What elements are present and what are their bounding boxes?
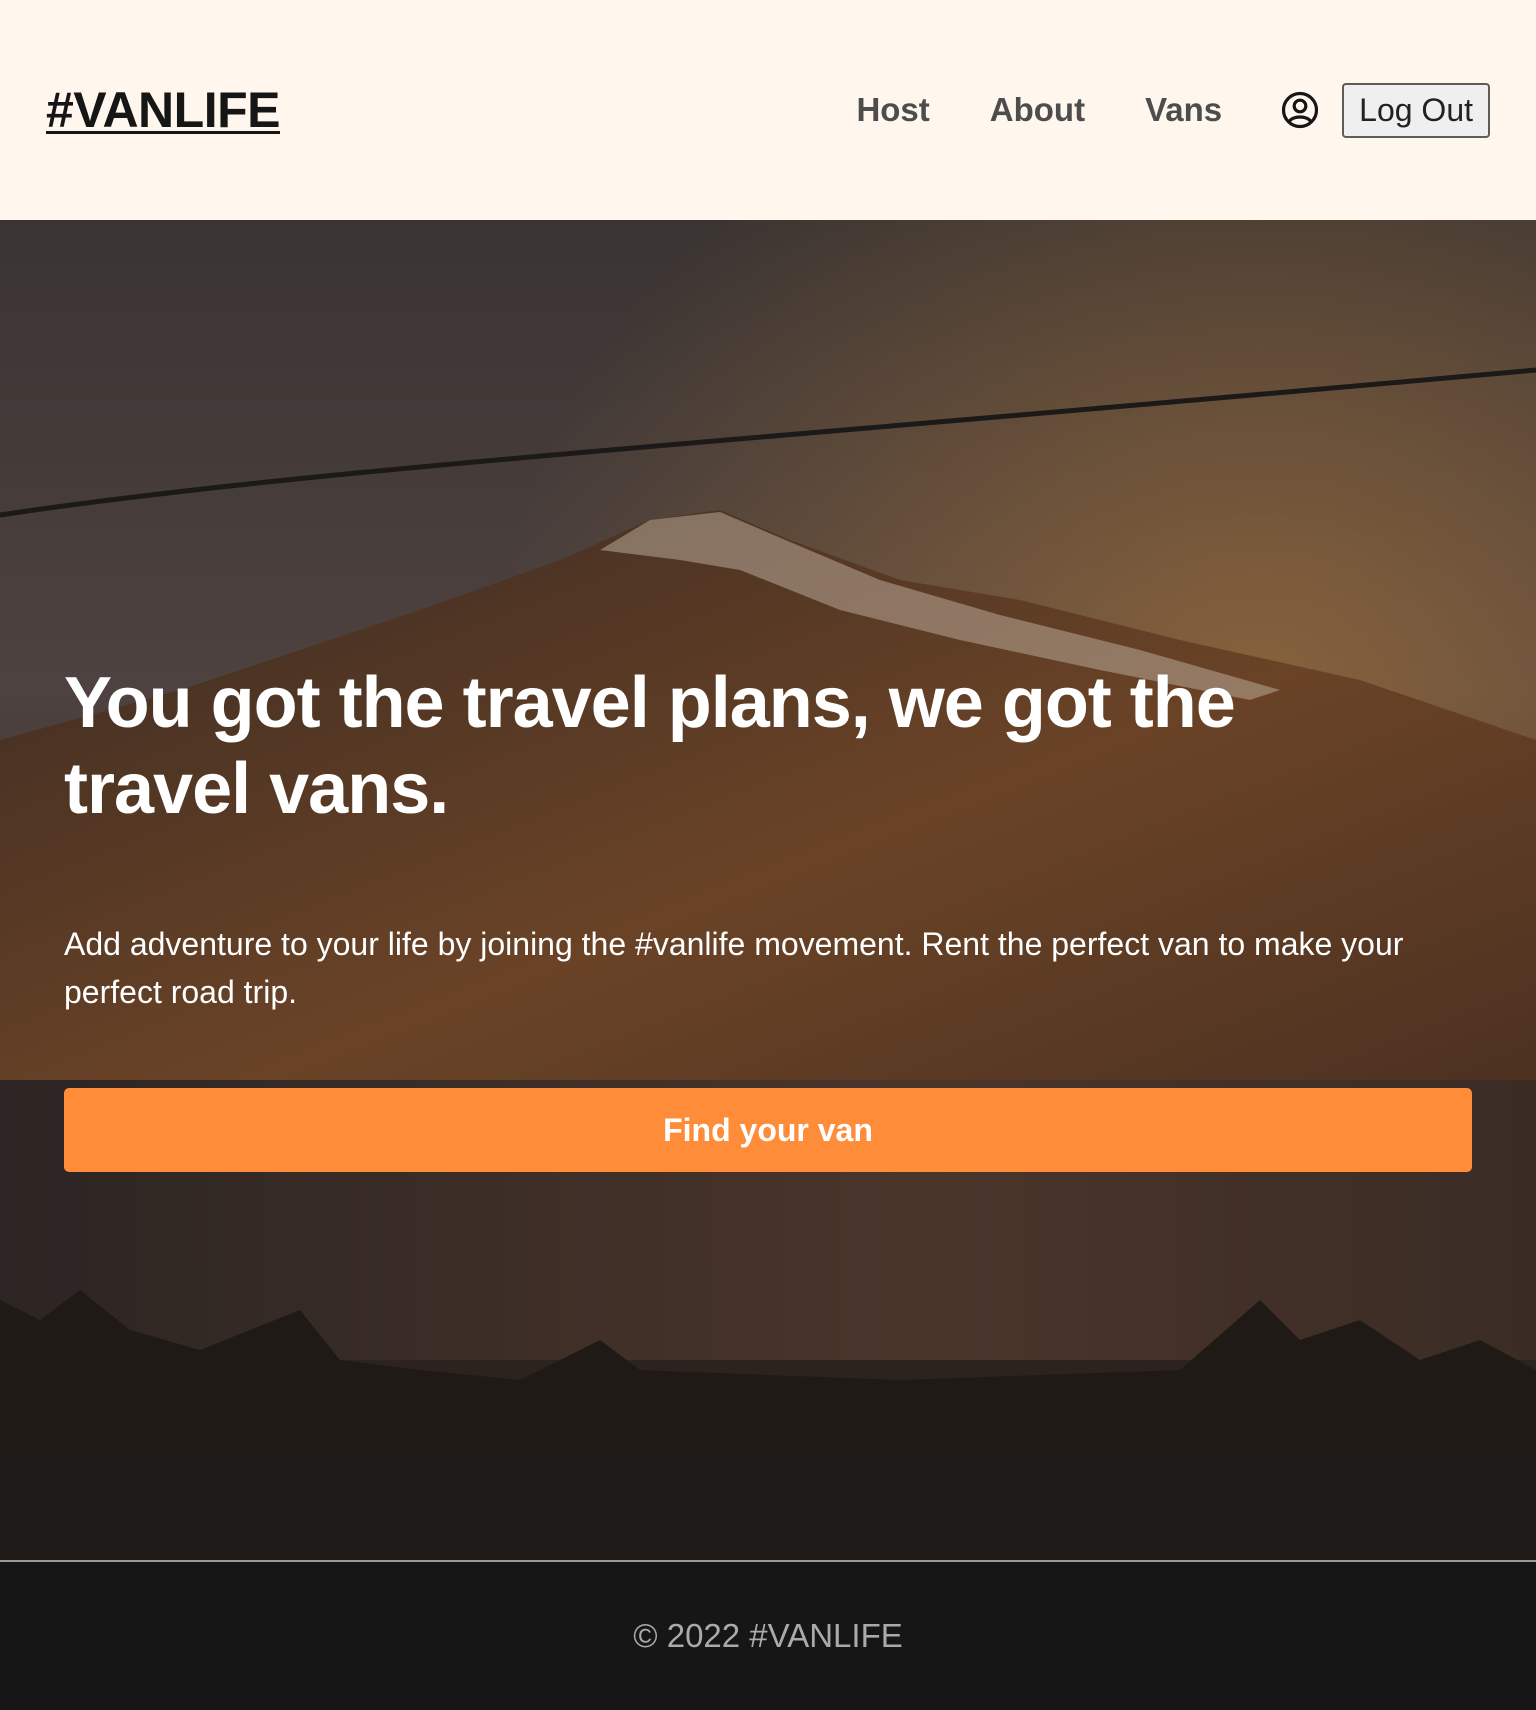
hero-subtitle: Add adventure to your life by joining th… [64,926,1404,1010]
user-circle-icon[interactable] [1280,90,1320,130]
site-header: #VANLIFE Host About Vans Log Out [0,0,1536,220]
nav-link-about[interactable]: About [990,91,1085,129]
site-logo[interactable]: #VANLIFE [46,81,281,139]
find-your-van-button[interactable]: Find your van [64,1088,1472,1172]
site-footer: © 2022 #VANLIFE [0,1562,1536,1710]
logout-button[interactable]: Log Out [1342,82,1490,138]
hero-title: You got the travel plans, we got the tra… [64,663,1236,829]
main-nav: Host About Vans Log Out [856,82,1490,138]
hero-content: You got the travel plans, we got the tra… [64,660,1472,1016]
nav-link-vans[interactable]: Vans [1145,91,1222,129]
hero-section: You got the travel plans, we got the tra… [0,220,1536,1560]
nav-link-host[interactable]: Host [856,91,929,129]
footer-copyright: © 2022 #VANLIFE [633,1617,903,1654]
